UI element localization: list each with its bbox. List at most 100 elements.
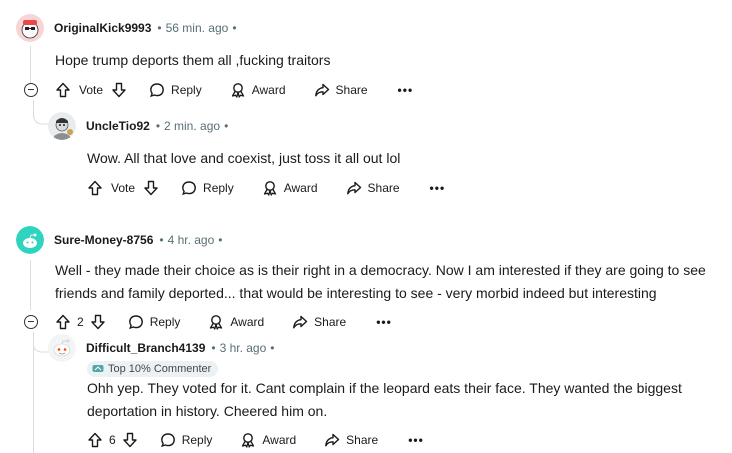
upvote-button[interactable]: [55, 314, 71, 330]
upvote-button[interactable]: [55, 82, 71, 98]
comment-actions: 2 Reply Award Share •••: [55, 310, 392, 334]
upvote-button[interactable]: [87, 180, 103, 196]
award-icon: [263, 181, 276, 196]
share-label: Share: [314, 315, 347, 329]
award-icon: [231, 83, 244, 98]
comment-actions: Vote Reply Award Share •••: [55, 78, 413, 102]
author-name[interactable]: UncleTio92: [86, 119, 150, 133]
avatar[interactable]: [16, 14, 44, 42]
share-icon: [293, 315, 308, 329]
meta-separator: •: [157, 21, 162, 35]
award-label: Award: [251, 83, 286, 97]
upvote-icon: [56, 314, 70, 330]
thread-line: [30, 46, 31, 84]
avatar[interactable]: [48, 112, 76, 140]
downvote-button[interactable]: [111, 82, 127, 98]
comment-body-line: deportation in history. Cheered him on.: [87, 403, 328, 419]
comment-actions: 6 Reply Award Share •••: [87, 428, 424, 452]
timestamp[interactable]: 3 hr. ago: [220, 341, 267, 355]
meta-separator: •: [270, 341, 275, 355]
thread-line: [30, 260, 31, 310]
vote-label: Vote: [79, 83, 104, 97]
comment-body: Wow. All that love and coexist, just tos…: [87, 150, 401, 166]
share-button[interactable]: Share: [324, 432, 378, 448]
comment-bubble-icon: [128, 315, 143, 330]
collapse-thread-button[interactable]: [24, 83, 38, 97]
share-label: Share: [335, 83, 368, 97]
comment-body: Well - they made their choice as is thei…: [55, 259, 706, 305]
meta-separator: •: [155, 119, 161, 133]
vote-count: 2: [77, 315, 84, 329]
avatar[interactable]: [48, 334, 76, 362]
award-label: Award: [283, 181, 318, 195]
comment-body-line: friends and family deported... that woul…: [55, 285, 657, 301]
share-icon: [346, 181, 361, 195]
vote-count: 6: [109, 433, 116, 447]
divider: [0, 214, 732, 215]
more-options-button[interactable]: •••: [376, 315, 392, 329]
downvote-button[interactable]: [122, 432, 138, 448]
downvote-icon: [90, 314, 105, 330]
comment-body: Ohh yep. They voted for it. Cant complai…: [87, 377, 682, 423]
downvote-icon: [122, 432, 137, 448]
award-label: Award: [262, 433, 297, 447]
reply-label: Reply: [203, 181, 234, 195]
comment-actions: Vote Reply Award Share •••: [87, 176, 445, 200]
comment-body: Hope trump deports them all ,fucking tra…: [55, 52, 331, 68]
meta-separator: •: [232, 21, 237, 35]
share-label: Share: [346, 433, 379, 447]
award-button[interactable]: Award: [262, 180, 318, 196]
badge-icon: [92, 365, 104, 372]
award-label: Award: [230, 315, 265, 329]
comment-bubble-icon: [160, 433, 175, 448]
downvote-icon: [112, 82, 126, 98]
collapse-thread-button[interactable]: [24, 315, 38, 329]
share-label: Share: [367, 181, 400, 195]
meta-separator: •: [224, 119, 229, 133]
downvote-button[interactable]: [90, 314, 106, 330]
meta-separator: •: [211, 341, 216, 355]
avatar[interactable]: [16, 226, 44, 254]
upvote-icon: [88, 180, 102, 196]
downvote-icon: [144, 180, 158, 196]
more-options-button[interactable]: •••: [408, 433, 424, 447]
share-button[interactable]: Share: [292, 314, 346, 330]
comment-bubble-icon: [150, 83, 164, 98]
reply-button[interactable]: Reply: [128, 314, 181, 330]
meta-separator: •: [159, 233, 164, 247]
award-icon: [210, 315, 223, 330]
upvote-icon: [56, 82, 70, 98]
vote-label: Vote: [111, 181, 136, 195]
share-button[interactable]: Share: [314, 82, 368, 98]
meta-separator: •: [218, 233, 223, 247]
upvote-button[interactable]: [87, 432, 103, 448]
timestamp[interactable]: 56 min. ago: [166, 21, 229, 35]
reply-label: Reply: [149, 315, 181, 329]
reply-button[interactable]: Reply: [149, 82, 202, 98]
reply-label: Reply: [171, 83, 202, 97]
share-icon: [314, 83, 329, 97]
downvote-button[interactable]: [143, 180, 159, 196]
award-button[interactable]: Award: [208, 314, 264, 330]
badge-label: Top 10% Commenter: [108, 363, 212, 375]
award-icon: [242, 433, 255, 448]
more-options-button[interactable]: •••: [430, 181, 446, 195]
author-name[interactable]: OriginalKick9993: [54, 21, 151, 35]
author-name[interactable]: Sure-Money-8756: [54, 233, 153, 247]
timestamp[interactable]: 2 min. ago: [164, 119, 220, 133]
top-commenter-badge[interactable]: Top 10% Commenter: [87, 361, 219, 377]
share-icon: [325, 433, 340, 447]
more-options-button[interactable]: •••: [398, 83, 414, 97]
reply-button[interactable]: Reply: [160, 432, 213, 448]
author-name[interactable]: Difficult_Branch4139: [86, 341, 205, 355]
reply-button[interactable]: Reply: [181, 180, 234, 196]
share-button[interactable]: Share: [346, 180, 400, 196]
award-button[interactable]: Award: [240, 432, 296, 448]
timestamp[interactable]: 4 hr. ago: [168, 233, 215, 247]
comment-body-line: Well - they made their choice as is thei…: [55, 262, 706, 278]
reply-label: Reply: [181, 433, 213, 447]
upvote-icon: [88, 432, 102, 448]
award-button[interactable]: Award: [230, 82, 286, 98]
comment-body-line: Ohh yep. They voted for it. Cant complai…: [87, 380, 682, 396]
comment-bubble-icon: [182, 181, 196, 196]
